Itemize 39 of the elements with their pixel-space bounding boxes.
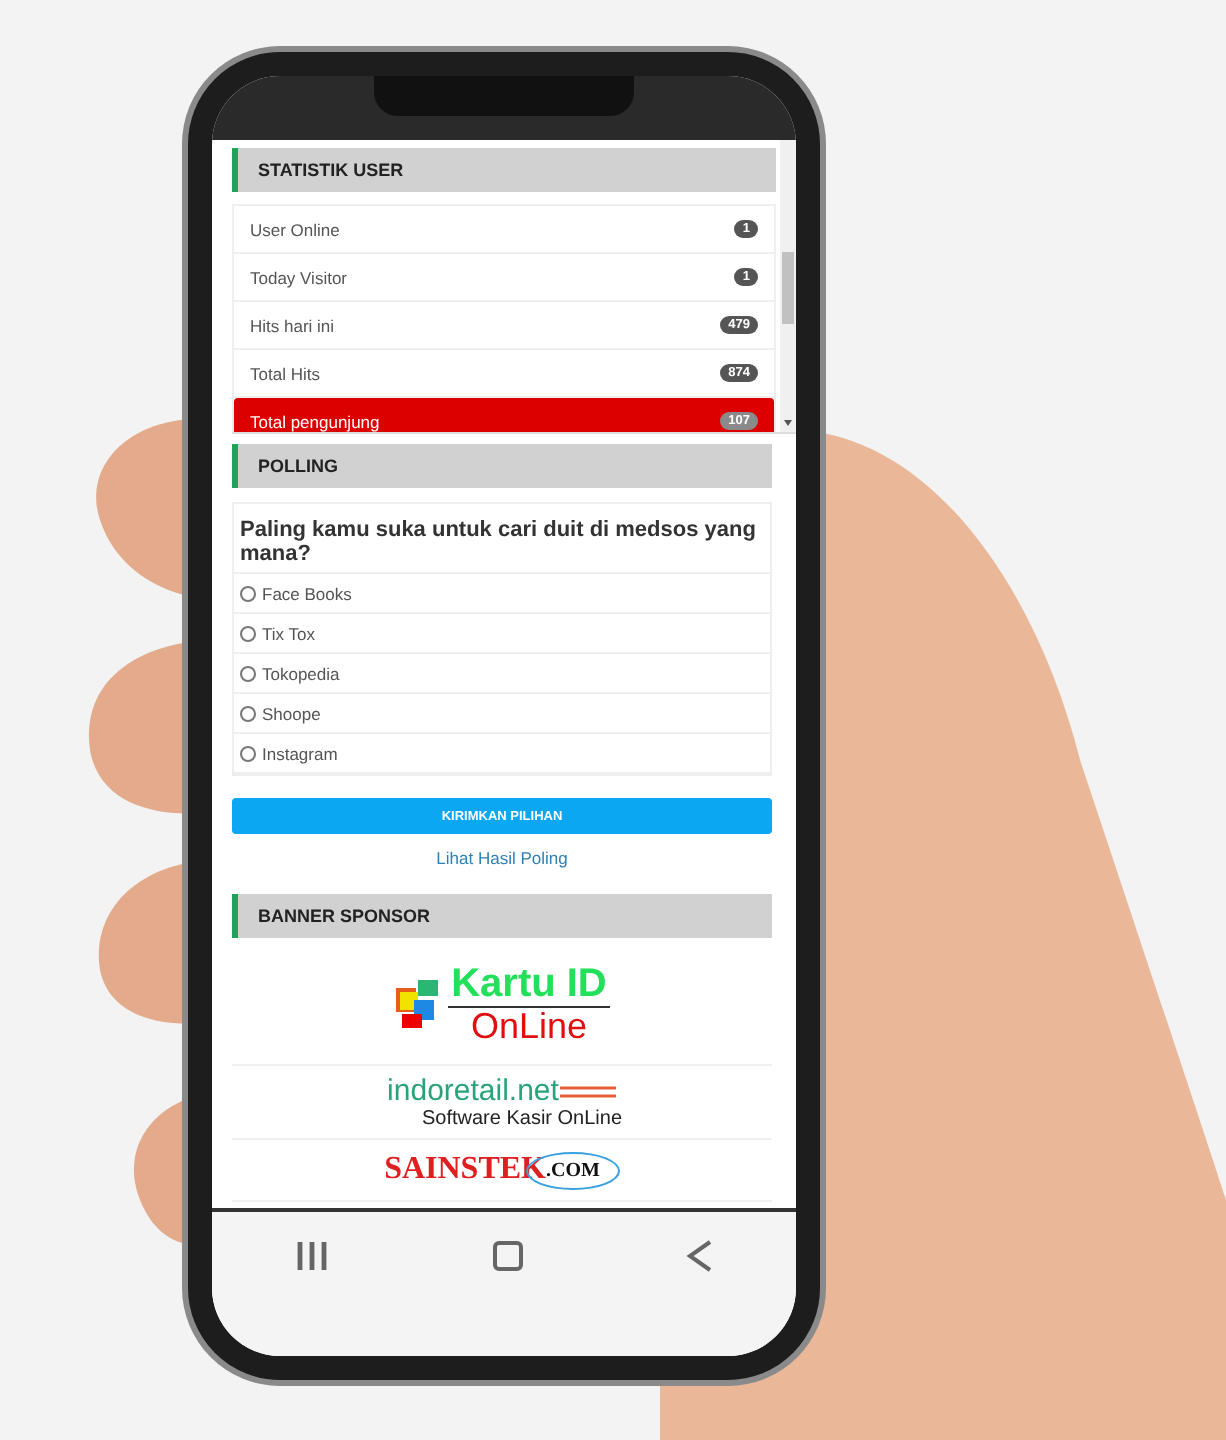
section-heading: BANNER SPONSOR: [232, 894, 772, 938]
stat-label: Total Hits: [250, 363, 320, 383]
double-line-icon: [560, 1085, 617, 1097]
option-label: Face Books: [262, 583, 352, 603]
poll-option[interactable]: Face Books: [240, 583, 352, 603]
poll-option[interactable]: Tokopedia: [240, 663, 340, 683]
radio-button[interactable]: [240, 625, 256, 641]
section-heading: STATISTIK USER: [232, 148, 776, 192]
sponsor-banner[interactable]: Kartu ID OnLine: [393, 963, 611, 1045]
back-icon[interactable]: [686, 1240, 715, 1272]
radio-button[interactable]: [240, 585, 256, 601]
scrollbar[interactable]: [780, 140, 796, 432]
scroll-down-arrow-icon[interactable]: [784, 420, 792, 426]
radio-button[interactable]: [240, 745, 256, 761]
section-heading: POLLING: [232, 444, 772, 488]
home-icon[interactable]: [491, 1240, 524, 1272]
recent-apps-icon[interactable]: [293, 1240, 330, 1272]
squares-logo-icon: [393, 976, 442, 1032]
option-label: Shoope: [262, 703, 321, 723]
radio-button[interactable]: [240, 665, 256, 681]
banner-subtitle: Software Kasir OnLine: [421, 1107, 623, 1129]
option-label: Instagram: [262, 743, 338, 763]
stat-label: User Online: [250, 219, 340, 239]
poll-option[interactable]: Instagram: [240, 743, 338, 763]
banner-subtitle: OnLine: [470, 1007, 588, 1045]
poll-question: Paling kamu suka untuk cari duit di medsos yang mana?: [234, 504, 770, 574]
poll-option[interactable]: Tix Tox: [240, 623, 315, 643]
banner-title: indoretail.net: [387, 1075, 559, 1107]
option-label: Tix Tox: [262, 623, 315, 643]
results-link[interactable]: Lihat Hasil Poling: [436, 848, 568, 868]
sponsor-banner[interactable]: indoretail.net Software Kasir OnLine: [381, 1075, 623, 1129]
scrollbar-thumb[interactable]: [782, 252, 794, 324]
stat-label: Today Visitor: [250, 267, 348, 287]
poll-option[interactable]: Shoope: [240, 703, 321, 723]
stat-label: Hits hari ini: [250, 315, 335, 335]
banner-title: Kartu ID: [447, 963, 611, 1007]
stat-label: Total pengunjung: [250, 411, 380, 431]
option-label: Tokopedia: [262, 663, 340, 683]
radio-button[interactable]: [240, 705, 256, 721]
